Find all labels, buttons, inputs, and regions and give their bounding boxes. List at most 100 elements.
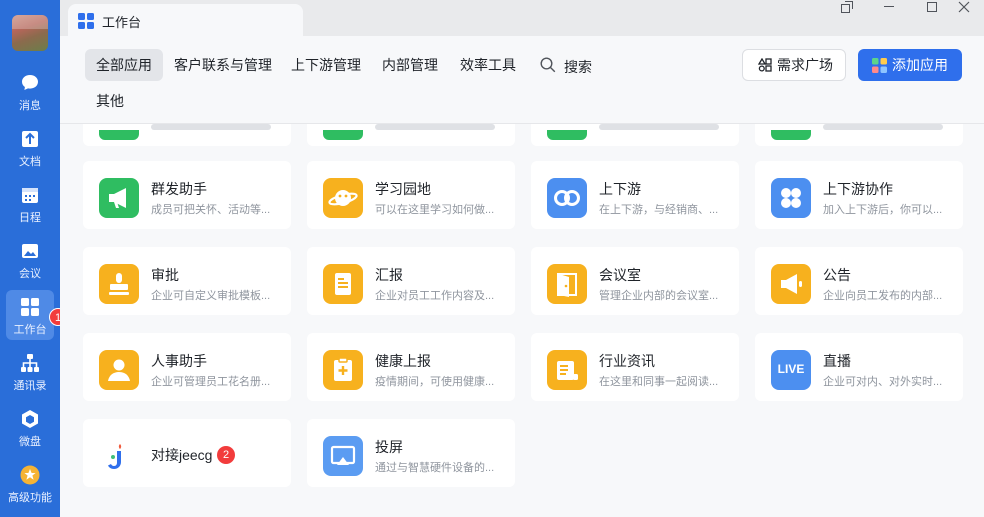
jeecg-logo-icon (99, 436, 139, 476)
app-desc: 加入上下游后，你可以... (823, 204, 943, 216)
partial-app-card[interactable] (307, 124, 515, 146)
megaphone-icon (99, 178, 139, 218)
app-desc: 企业可对内、对外实时... (823, 376, 943, 388)
report-icon (323, 264, 363, 304)
sidebar-item-label: 文档 (19, 156, 41, 168)
app-desc: 企业对员工工作内容及... (375, 290, 495, 302)
app-name: 公告 (823, 267, 851, 283)
minimize-icon (884, 6, 894, 7)
category-upstream-downstream[interactable]: 上下游管理 (280, 49, 372, 81)
search-icon (540, 57, 556, 73)
avatar[interactable] (12, 15, 48, 51)
app-desc: 在这里和同事一起阅读... (599, 376, 719, 388)
app-name: 群发助手 (151, 181, 207, 197)
maximize-icon (927, 2, 937, 12)
app-card-upstream-collab[interactable]: 上下游协作 加入上下游后，你可以... (755, 161, 963, 229)
partial-app-card[interactable] (755, 124, 963, 146)
app-desc: 可以在这里学习如何做... (375, 204, 495, 216)
document-icon (22, 131, 38, 147)
app-card-mass-message[interactable]: 群发助手 成员可把关怀、活动等... (83, 161, 291, 229)
clipboard-plus-icon (323, 350, 363, 390)
app-desc: 通过与智慧硬件设备的... (375, 462, 495, 474)
colorful-grid-icon (872, 58, 887, 73)
app-card-live[interactable]: LIVE 直播 企业可对内、对外实时... (755, 333, 963, 401)
category-efficiency[interactable]: 效率工具 (449, 49, 527, 81)
app-name: 健康上报 (375, 353, 431, 369)
sidebar-item-messages[interactable]: 消息 (0, 72, 60, 124)
app-name: 行业资讯 (599, 353, 655, 369)
app-card-announcement[interactable]: 公告 企业向员工发布的内部... (755, 247, 963, 315)
app-card-health-report[interactable]: 健康上报 疫情期间，可使用健康... (307, 333, 515, 401)
sidebar-item-premium[interactable]: 高级功能 (0, 464, 60, 516)
live-icon: LIVE (771, 350, 811, 390)
cloud-drive-icon (22, 410, 38, 428)
demand-square-button[interactable]: 需求广场 (742, 49, 846, 81)
add-app-button[interactable]: 添加应用 (858, 49, 962, 81)
close-window-button[interactable] (944, 0, 984, 14)
demand-square-label: 需求广场 (777, 57, 833, 73)
category-customer[interactable]: 客户联系与管理 (163, 49, 283, 81)
partial-app-card[interactable] (83, 124, 291, 146)
sidebar: 消息 文档 日程 会议 工作台 1 通讯录 微盘 高级功能 (0, 0, 67, 517)
stamp-icon (99, 264, 139, 304)
live-icon-text: LIVE (777, 362, 805, 376)
chat-bubble-icon (22, 75, 38, 90)
app-card-learning[interactable]: 学习园地 可以在这里学习如何做... (307, 161, 515, 229)
door-icon (547, 264, 587, 304)
sidebar-item-label: 会议 (19, 268, 41, 280)
announcement-icon (771, 264, 811, 304)
app-desc (823, 124, 943, 130)
minimize-button[interactable] (869, 0, 909, 14)
app-desc: 在上下游，与经销商、... (599, 204, 719, 216)
person-icon (99, 350, 139, 390)
partial-app-card[interactable] (531, 124, 739, 146)
category-toolbar: 全部应用 客户联系与管理 上下游管理 内部管理 效率工具 搜索 其他 需求广场 … (60, 36, 984, 124)
sidebar-item-calendar[interactable]: 日程 (0, 184, 60, 236)
app-icon (99, 130, 139, 140)
app-desc: 管理企业内部的会议室... (599, 290, 719, 302)
sidebar-item-meeting[interactable]: 会议 (0, 240, 60, 292)
app-name: 审批 (151, 267, 179, 283)
sidebar-item-label: 通讯录 (13, 380, 47, 392)
app-name: 上下游 (599, 181, 641, 197)
sidebar-item-drive[interactable]: 微盘 (0, 408, 60, 460)
app-desc (599, 124, 719, 130)
popout-window-button[interactable] (827, 0, 867, 14)
app-name: 汇报 (375, 267, 403, 283)
app-card-approval[interactable]: 审批 企业可自定义审批模板... (83, 247, 291, 315)
category-all-apps[interactable]: 全部应用 (85, 49, 163, 81)
tab-title: 工作台 (102, 15, 142, 30)
meeting-icon (22, 244, 38, 258)
sidebar-item-docs[interactable]: 文档 (0, 128, 60, 180)
app-card-meeting-room[interactable]: 会议室 管理企业内部的会议室... (531, 247, 739, 315)
title-bar: 工作台 (60, 0, 984, 36)
link-icon (547, 178, 587, 218)
category-other[interactable]: 其他 (85, 85, 135, 117)
add-app-label: 添加应用 (892, 57, 948, 73)
app-card-report[interactable]: 汇报 企业对员工工作内容及... (307, 247, 515, 315)
app-desc (151, 124, 271, 130)
app-desc: 企业可管理员工花名册... (151, 376, 271, 388)
app-name: 学习园地 (375, 181, 431, 197)
tab-workbench[interactable]: 工作台 (68, 4, 303, 36)
sidebar-item-label: 消息 (19, 100, 41, 112)
app-card-industry-news[interactable]: 行业资讯 在这里和同事一起阅读... (531, 333, 739, 401)
screen-cast-icon (323, 436, 363, 476)
app-name: 直播 (823, 353, 851, 369)
category-internal[interactable]: 内部管理 (371, 49, 449, 81)
app-card-jeecg[interactable]: 对接jeecg 2 (83, 419, 291, 487)
shapes-icon (758, 58, 772, 72)
sidebar-item-contacts[interactable]: 通讯录 (0, 352, 60, 404)
app-card-screen-cast[interactable]: 投屏 通过与智慧硬件设备的... (307, 419, 515, 487)
app-notification-badge: 2 (217, 446, 235, 464)
app-card-upstream[interactable]: 上下游 在上下游，与经销商、... (531, 161, 739, 229)
app-card-hr-assistant[interactable]: 人事助手 企业可管理员工花名册... (83, 333, 291, 401)
app-name: 上下游协作 (823, 181, 893, 197)
planet-icon (323, 178, 363, 218)
app-name: 对接jeecg (151, 447, 213, 463)
app-desc: 企业可自定义审批模板... (151, 290, 271, 302)
sidebar-item-label: 高级功能 (8, 492, 52, 504)
app-desc: 成员可把关怀、活动等... (151, 204, 271, 216)
search-button[interactable]: 搜索 (540, 49, 610, 81)
app-grid: 群发助手 成员可把关怀、活动等... 学习园地 可以在这里学习如何做... 上下… (60, 124, 984, 517)
